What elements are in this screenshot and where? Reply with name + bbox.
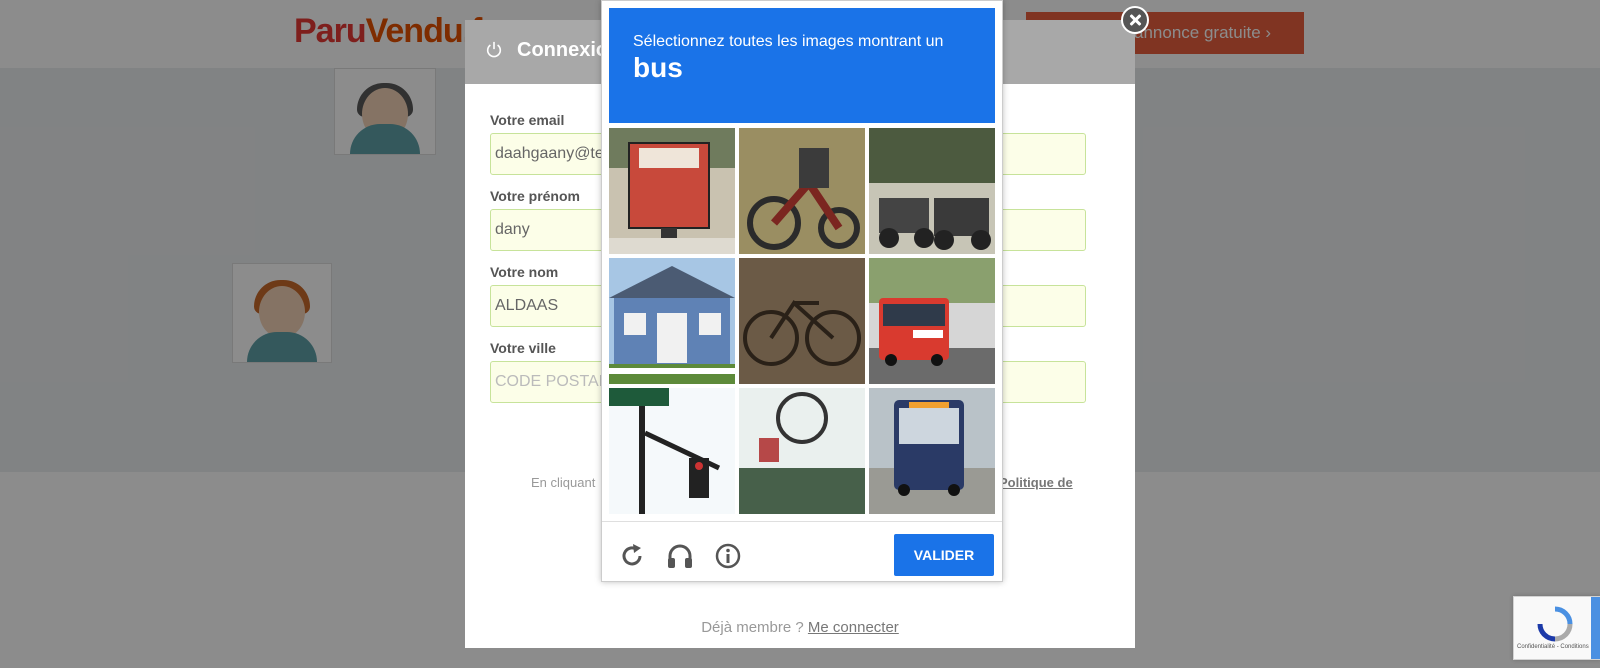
lastname-label: Votre nom (490, 264, 559, 280)
tile-traffic-light[interactable] (609, 388, 735, 514)
captcha-target: bus (633, 52, 683, 83)
privacy-policy-link[interactable]: Politique de (999, 475, 1073, 490)
firstname-label: Votre prénom (490, 188, 580, 204)
captcha-instruction: Sélectionnez toutes les images montrant … (633, 33, 944, 50)
reload-icon[interactable] (618, 542, 646, 570)
captcha-challenge: Sélectionnez toutes les images montrant … (601, 0, 1003, 582)
legal-text: En cliquant (531, 475, 596, 490)
tile-house[interactable] (609, 258, 735, 384)
email-label: Votre email (490, 112, 565, 128)
tile-motorcycle[interactable] (739, 128, 865, 254)
badge-privacy-terms[interactable]: Confidentialité - Conditions (1517, 644, 1589, 650)
recaptcha-logo-icon (1537, 606, 1573, 642)
traffic-light-image (609, 388, 735, 514)
modal-title: Connexio (517, 39, 609, 61)
tile-city-bus[interactable] (869, 388, 995, 514)
atvs-in-forest-image (869, 128, 995, 254)
city-label: Votre ville (490, 340, 556, 356)
login-link[interactable]: Me connecter (808, 619, 899, 636)
close-icon[interactable] (1121, 6, 1149, 34)
badge-strip (1591, 597, 1600, 659)
house-image (609, 258, 735, 384)
info-icon[interactable] (714, 542, 742, 570)
tile-red-mailbox[interactable] (609, 128, 735, 254)
red-bus-image (869, 258, 995, 384)
motorcycle-image (739, 128, 865, 254)
tile-atvs-in-forest[interactable] (869, 128, 995, 254)
captcha-footer: VALIDER (602, 521, 1002, 582)
captcha-header: Sélectionnez toutes les images montrant … (609, 8, 995, 123)
tile-traffic-sign[interactable] (739, 388, 865, 514)
bicycle-image (739, 258, 865, 384)
already-member: Déjà membre ? Me connecter (465, 619, 1135, 636)
verify-button[interactable]: VALIDER (894, 534, 994, 576)
power-icon (486, 41, 502, 58)
member-text: Déjà membre ? (701, 619, 804, 636)
red-mailbox-image (609, 128, 735, 254)
tile-bicycle[interactable] (739, 258, 865, 384)
city-bus-image (869, 388, 995, 514)
headphones-icon[interactable] (666, 542, 694, 570)
tile-red-bus[interactable] (869, 258, 995, 384)
traffic-sign-image (739, 388, 865, 514)
recaptcha-badge[interactable]: Confidentialité - Conditions (1513, 596, 1600, 660)
